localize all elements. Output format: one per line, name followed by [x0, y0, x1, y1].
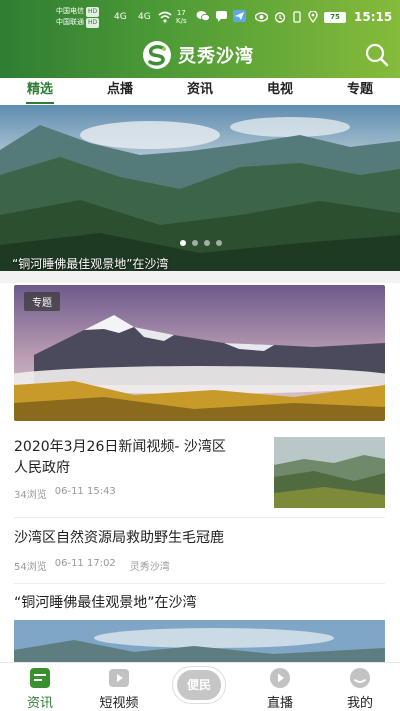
view-count: 34浏览 — [14, 490, 47, 501]
news-source: 灵秀沙湾 — [129, 562, 170, 573]
nav-label: 直播 — [266, 696, 293, 711]
tab-news[interactable]: 资讯 — [160, 78, 240, 104]
news-meta: 34浏览 06-11 15:43 — [14, 486, 116, 501]
speed-value: 17 — [176, 9, 186, 17]
speed-unit: K/s — [176, 17, 187, 25]
battery-indicator: 75 — [324, 11, 346, 23]
eye-icon — [255, 12, 268, 22]
live-icon — [270, 668, 290, 688]
news-title[interactable]: 沙湾区自然资源局救助野生毛冠鹿 — [14, 528, 385, 549]
category-tabs: 精选 点播 资讯 电视 专题 — [0, 78, 400, 104]
carrier-2: 中国联通 — [56, 18, 84, 26]
publish-date: 06-11 15:43 — [54, 486, 116, 497]
carousel-indicator — [180, 240, 222, 246]
feature-image — [14, 285, 385, 421]
nav-label: 我的 — [346, 696, 373, 711]
profile-icon — [350, 668, 370, 688]
app-title: 灵秀沙湾 — [178, 46, 254, 67]
signal-2-icon: 4G — [138, 12, 151, 22]
nav-news[interactable]: 资讯 — [5, 663, 75, 711]
nav-label: 资讯 — [26, 696, 53, 711]
status-bar: 中国电信 HD 中国联通 HD 4G 4G 17 K/s 75 15:15 — [0, 0, 400, 34]
news-title[interactable]: “铜河睡佛最佳观景地”在沙湾 — [14, 593, 385, 614]
tab-topics[interactable]: 专题 — [320, 78, 400, 104]
video-icon — [109, 669, 129, 687]
message-icon — [216, 11, 227, 22]
news-title-line: 人民政府 — [14, 460, 70, 476]
carrier-1: 中国电信 — [56, 7, 84, 15]
hd-badge: HD — [86, 18, 100, 28]
section-separator — [0, 271, 400, 283]
news-thumbnail[interactable] — [274, 437, 385, 508]
nav-live[interactable]: 直播 — [245, 663, 315, 711]
vibrate-icon — [293, 11, 301, 23]
banner-image — [0, 105, 400, 271]
carousel-dot[interactable] — [204, 240, 210, 246]
service-label: 便民 — [177, 670, 221, 700]
location-icon — [308, 11, 318, 23]
news-image[interactable] — [14, 620, 385, 662]
carousel-dot[interactable] — [180, 240, 186, 246]
hd-badge: HD — [86, 7, 100, 17]
app-brand: 灵秀沙湾 — [142, 40, 254, 70]
signal-1-icon: 4G — [114, 12, 127, 22]
status-time: 15:15 — [354, 10, 393, 24]
list-divider — [14, 583, 385, 584]
search-icon[interactable] — [364, 42, 390, 68]
view-count: 54浏览 — [14, 562, 47, 573]
topic-tag: 专题 — [24, 292, 60, 311]
news-meta: 54浏览 06-11 17:02 灵秀沙湾 — [14, 558, 170, 573]
system-status: 75 15:15 — [255, 10, 392, 24]
nav-service-button[interactable]: 便民 — [172, 666, 226, 704]
nav-profile[interactable]: 我的 — [325, 663, 395, 711]
carousel-dot[interactable] — [192, 240, 198, 246]
notification-icons — [196, 10, 246, 22]
banner-carousel[interactable] — [0, 105, 400, 271]
news-image-picture — [14, 620, 385, 662]
banner-caption[interactable]: “铜河睡佛最佳观景地”在沙湾 — [12, 255, 168, 272]
wifi-icon — [158, 11, 172, 23]
news-title[interactable]: 2020年3月26日新闻视频- 沙湾区 人民政府 — [14, 437, 264, 479]
app-logo-icon — [143, 41, 171, 69]
alarm-icon — [274, 12, 286, 23]
nav-short-video[interactable]: 短视频 — [84, 663, 154, 711]
news-icon — [30, 668, 50, 688]
thumbnail-image — [274, 437, 385, 508]
network-speed: 17 K/s — [176, 9, 187, 25]
tab-tv[interactable]: 电视 — [240, 78, 320, 104]
app-header: 中国电信 HD 中国联通 HD 4G 4G 17 K/s 75 15:15 灵秀… — [0, 0, 400, 78]
publish-date: 06-11 17:02 — [54, 558, 116, 569]
news-title-line: 2020年3月26日新闻视频- 沙湾区 — [14, 439, 226, 455]
nav-label: 短视频 — [99, 696, 139, 711]
list-divider — [14, 517, 385, 518]
tab-on-demand[interactable]: 点播 — [80, 78, 160, 104]
wechat-icon — [196, 11, 210, 22]
feature-card[interactable] — [14, 285, 385, 421]
carrier-info: 中国电信 HD 中国联通 HD — [56, 6, 100, 28]
telegram-icon — [233, 10, 246, 22]
carousel-dot[interactable] — [216, 240, 222, 246]
tab-featured[interactable]: 精选 — [0, 78, 80, 104]
